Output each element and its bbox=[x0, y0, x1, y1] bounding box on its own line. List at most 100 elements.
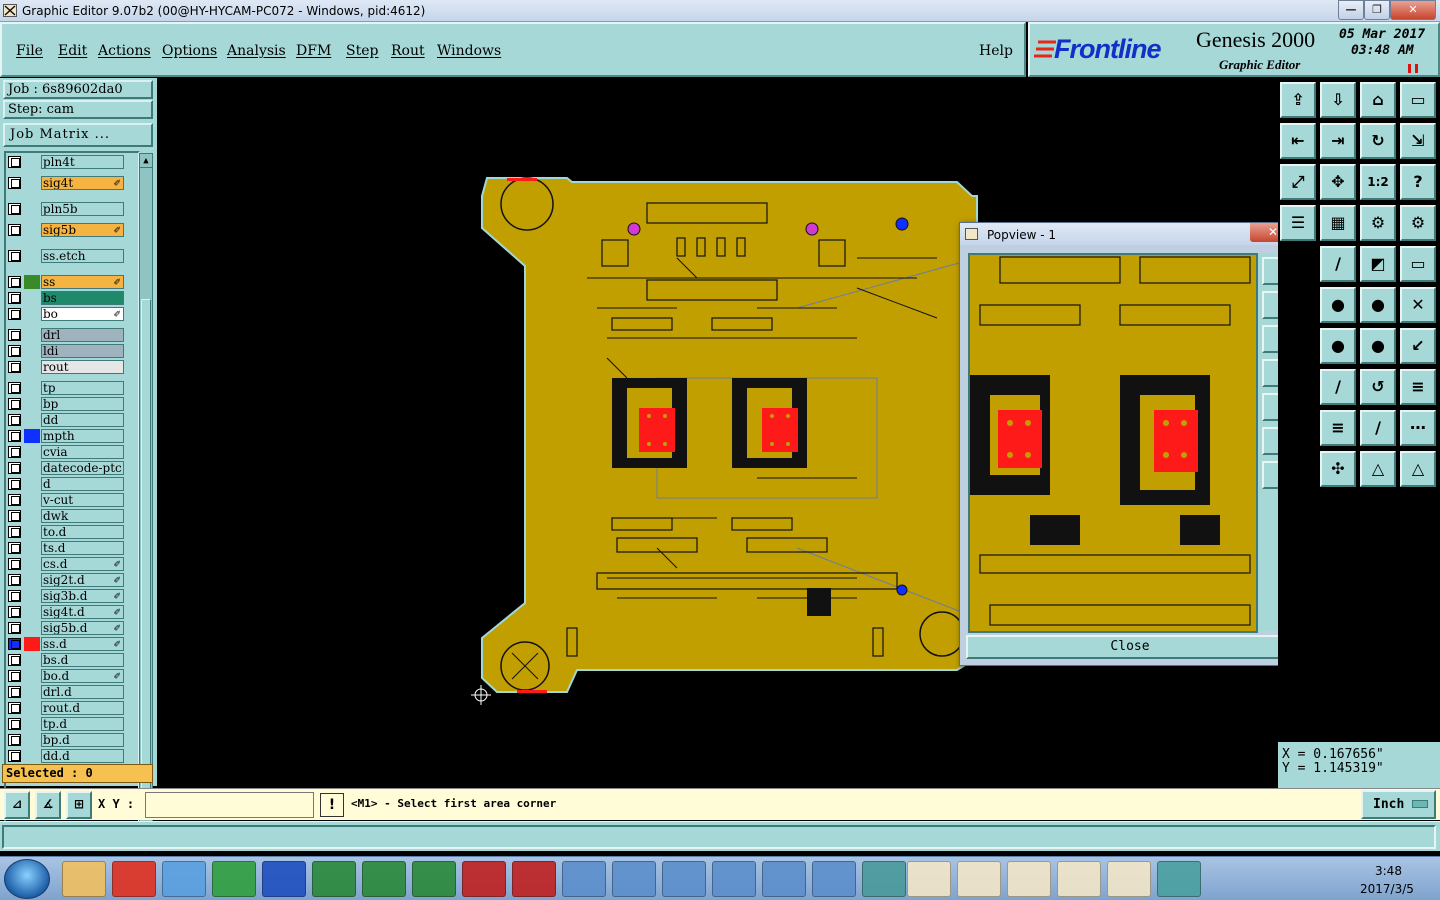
angle-mode-icon[interactable]: ∡ bbox=[35, 791, 61, 819]
taskbar-app-icon[interactable] bbox=[1107, 861, 1151, 897]
layer-checkbox[interactable] bbox=[8, 177, 21, 189]
center-icon[interactable]: ✥ bbox=[1320, 164, 1356, 200]
layer-row-rout[interactable]: rout bbox=[6, 360, 124, 374]
taskbar-app-icon[interactable] bbox=[907, 861, 951, 897]
layer-checkbox[interactable] bbox=[8, 382, 21, 394]
layer-row-sig4t[interactable]: sig4t ✐ bbox=[6, 176, 124, 190]
layer-name[interactable]: d bbox=[41, 477, 124, 491]
layer-checkbox[interactable] bbox=[8, 702, 21, 714]
fit-all-icon[interactable]: ⤢ bbox=[1280, 164, 1316, 200]
xy-input[interactable] bbox=[145, 792, 314, 818]
layer-row-rout-d[interactable]: rout.d bbox=[6, 701, 124, 715]
layer-row-tp-d[interactable]: tp.d bbox=[6, 717, 124, 731]
layer-checkbox[interactable] bbox=[8, 654, 21, 666]
layer-checkbox[interactable] bbox=[8, 638, 21, 650]
layer-row-bo-d[interactable]: bo.d ✐ bbox=[6, 669, 124, 683]
layer-checkbox[interactable] bbox=[8, 670, 21, 682]
popview-canvas[interactable] bbox=[968, 253, 1258, 633]
menu-options[interactable]: Options bbox=[162, 43, 217, 59]
layer-name[interactable]: drl.d bbox=[41, 685, 124, 699]
layer-row-to-d[interactable]: to.d bbox=[6, 525, 124, 539]
restore-button[interactable]: ❐ bbox=[1364, 0, 1390, 20]
tool-button-9-2[interactable]: △ bbox=[1360, 451, 1396, 487]
taskbar-app-icon[interactable] bbox=[312, 861, 356, 897]
zoom-back-icon[interactable]: ⇩ bbox=[1320, 82, 1356, 118]
layer-row-d[interactable]: d bbox=[6, 477, 124, 491]
taskbar-app-icon[interactable] bbox=[812, 861, 856, 897]
taskbar-app-icon[interactable] bbox=[957, 861, 1001, 897]
redraw-icon[interactable]: ↻ bbox=[1360, 123, 1396, 159]
units-selector[interactable]: Inch bbox=[1361, 790, 1436, 819]
taskbar-app-icon[interactable] bbox=[662, 861, 706, 897]
layer-name[interactable]: bs bbox=[41, 291, 124, 305]
layer-row-sig2t-d[interactable]: sig2t.d ✐ bbox=[6, 573, 124, 587]
taskbar-app-icon[interactable] bbox=[112, 861, 156, 897]
layer-name[interactable]: bp.d bbox=[41, 733, 124, 747]
layer-checkbox[interactable] bbox=[8, 276, 21, 288]
taskbar-app-icon[interactable] bbox=[262, 861, 306, 897]
layer-name[interactable]: sig5b.d ✐ bbox=[41, 621, 124, 635]
taskbar-app-icon[interactable] bbox=[462, 861, 506, 897]
snap-mode-icon[interactable]: ⊿ bbox=[4, 791, 30, 819]
layer-checkbox[interactable] bbox=[8, 398, 21, 410]
layer-checkbox[interactable] bbox=[8, 156, 21, 168]
tool-button-5-3[interactable]: ✕ bbox=[1400, 287, 1436, 323]
layer-name[interactable]: dd bbox=[41, 413, 124, 427]
layer-checkbox[interactable] bbox=[8, 292, 21, 304]
grid-mode-icon[interactable]: ⊞ bbox=[66, 791, 92, 819]
tool-button-6-3[interactable]: ↙ bbox=[1400, 328, 1436, 364]
layer-checkbox[interactable] bbox=[8, 510, 21, 522]
window-icon[interactable]: ▭ bbox=[1400, 82, 1436, 118]
layer-name[interactable]: to.d bbox=[41, 525, 124, 539]
tool-button-7-1[interactable]: / bbox=[1320, 369, 1356, 405]
layer-name[interactable]: cvia bbox=[41, 445, 124, 459]
layer-row-cs-d[interactable]: cs.d ✐ bbox=[6, 557, 124, 571]
layer-row-ss-d[interactable]: ss.d ✐ bbox=[6, 637, 124, 651]
layer-checkbox[interactable] bbox=[8, 250, 21, 262]
layer-name[interactable]: ss.etch bbox=[41, 249, 124, 263]
tool-button-7-3[interactable]: ≡ bbox=[1400, 369, 1436, 405]
layer-checkbox[interactable] bbox=[8, 750, 21, 762]
layer-row-sig4t-d[interactable]: sig4t.d ✐ bbox=[6, 605, 124, 619]
layer-name[interactable]: sig3b.d ✐ bbox=[41, 589, 124, 603]
snap-icon[interactable]: ⌂ bbox=[1360, 82, 1396, 118]
layer-name[interactable]: bs.d bbox=[41, 653, 124, 667]
layer-name[interactable]: sig4t ✐ bbox=[41, 176, 124, 190]
taskbar-app-icon[interactable] bbox=[562, 861, 606, 897]
layer-name[interactable]: ss ✐ bbox=[41, 275, 124, 289]
layer-name[interactable]: dwk bbox=[41, 509, 124, 523]
layer-name[interactable]: bo.d ✐ bbox=[41, 669, 124, 683]
layer-name[interactable]: ss.d ✐ bbox=[41, 637, 124, 651]
layer-row-bo[interactable]: bo ✐ bbox=[6, 307, 124, 321]
layer-checkbox[interactable] bbox=[8, 478, 21, 490]
tool-button-8-3[interactable]: ⋯ bbox=[1400, 410, 1436, 446]
scroll-thumb[interactable] bbox=[141, 299, 151, 799]
scroll-up-arrow[interactable]: ▲ bbox=[140, 154, 152, 168]
start-button[interactable] bbox=[4, 859, 50, 899]
layer-row-tp[interactable]: tp bbox=[6, 381, 124, 395]
scale-one-icon[interactable]: 1:2 bbox=[1360, 164, 1396, 200]
tool-button-9-3[interactable]: △ bbox=[1400, 451, 1436, 487]
layer-checkbox[interactable] bbox=[8, 574, 21, 586]
layer-checkbox[interactable] bbox=[8, 446, 21, 458]
layer-row-v-cut[interactable]: v-cut bbox=[6, 493, 124, 507]
layer-name[interactable]: cs.d ✐ bbox=[41, 557, 124, 571]
layer-row-drl[interactable]: drl bbox=[6, 328, 124, 342]
layer-checkbox[interactable] bbox=[8, 686, 21, 698]
taskbar-app-icon[interactable] bbox=[362, 861, 406, 897]
layer-checkbox[interactable] bbox=[8, 558, 21, 570]
tool-button-8-1[interactable]: ≡ bbox=[1320, 410, 1356, 446]
layer-checkbox[interactable] bbox=[8, 308, 21, 320]
taskbar-app-icon[interactable] bbox=[862, 861, 906, 897]
layer-name[interactable]: ldi bbox=[41, 344, 124, 358]
layer-checkbox[interactable] bbox=[8, 361, 21, 373]
pan-left-icon[interactable]: ⇤ bbox=[1280, 123, 1316, 159]
layer-row-pln4t[interactable]: pln4t bbox=[6, 155, 124, 169]
tool-button-4-1[interactable]: / bbox=[1320, 246, 1356, 282]
layer-name[interactable]: bp bbox=[41, 397, 124, 411]
layer-checkbox[interactable] bbox=[8, 430, 21, 442]
menu-help[interactable]: Help bbox=[979, 43, 1013, 59]
layer-checkbox[interactable] bbox=[8, 718, 21, 730]
menu-edit[interactable]: Edit bbox=[58, 43, 87, 59]
job-matrix-button[interactable]: Job Matrix ... bbox=[3, 123, 153, 147]
